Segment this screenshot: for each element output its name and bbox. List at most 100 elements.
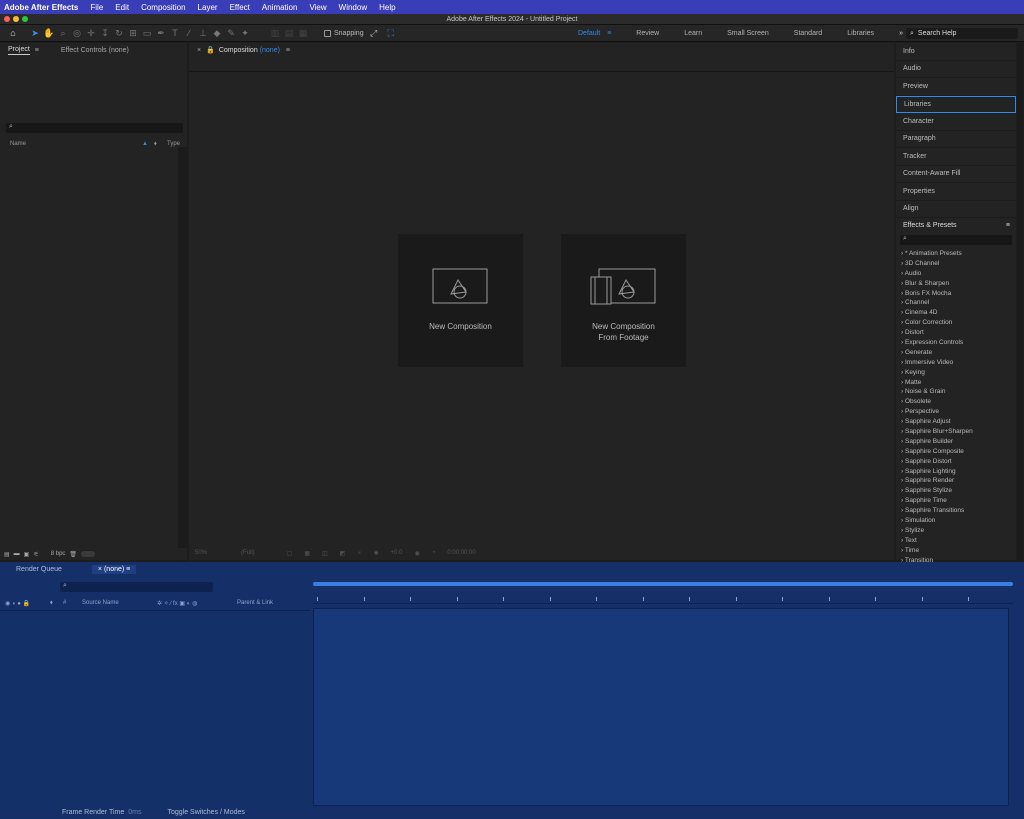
channel-icon[interactable]: ◩	[340, 550, 346, 557]
new-composition-icon[interactable]: ▣	[24, 551, 30, 558]
label-tag-icon[interactable]: ⬧	[154, 141, 157, 148]
brush-tool-icon[interactable]: ⁄	[182, 27, 196, 40]
composition-tab[interactable]: Composition (none)	[219, 47, 280, 54]
snapping-toggle[interactable]: Snapping ⤢ ⛶	[324, 27, 398, 40]
dolly-tool-icon[interactable]: ↧	[98, 27, 112, 40]
home-icon[interactable]: ⌂	[6, 27, 20, 40]
effects-search-input[interactable]: ⌕	[900, 235, 1012, 245]
effects-category-item[interactable]: › Expression Controls	[896, 338, 1016, 348]
effects-category-item[interactable]: › Sapphire Lighting	[896, 467, 1016, 477]
effects-category-item[interactable]: › 3D Channel	[896, 259, 1016, 269]
panel-audio[interactable]: Audio	[896, 61, 1016, 78]
roto-brush-icon[interactable]: ✎	[224, 27, 238, 40]
toggle-icon[interactable]	[81, 551, 96, 557]
effects-category-item[interactable]: › Sapphire Stylize	[896, 486, 1016, 496]
close-tab-icon[interactable]: ×	[197, 47, 201, 54]
time-ruler[interactable]	[313, 588, 1013, 604]
selection-tool-icon[interactable]: ➤	[28, 27, 42, 40]
effects-category-item[interactable]: › Immersive Video	[896, 358, 1016, 368]
effects-category-item[interactable]: › Generate	[896, 348, 1016, 358]
av-switches-icons[interactable]: ◉ ◖ ● 🔒	[5, 600, 30, 607]
timeline-track-area[interactable]	[313, 608, 1009, 806]
tab-timeline-none[interactable]: × (none) ≡	[91, 565, 137, 574]
column-parent-link[interactable]: Parent & Link	[237, 600, 273, 606]
zoom-window-button[interactable]	[22, 16, 28, 22]
menu-file[interactable]: File	[90, 3, 103, 12]
align-icon-2[interactable]: ▤	[282, 27, 296, 40]
layer-list[interactable]	[0, 610, 310, 806]
menu-edit[interactable]: Edit	[115, 3, 129, 12]
menu-help[interactable]: Help	[379, 3, 395, 12]
panel-tracker[interactable]: Tracker	[896, 148, 1016, 166]
workspace-overflow-icon[interactable]: »	[899, 30, 903, 37]
mask-icon[interactable]: ◫	[322, 550, 328, 557]
region-icon[interactable]: ▢	[287, 550, 293, 557]
effects-category-item[interactable]: › Keying	[896, 368, 1016, 378]
project-scrollbar[interactable]	[178, 147, 187, 590]
effects-category-item[interactable]: › Text	[896, 536, 1016, 546]
effects-category-item[interactable]: › Cinema 4D	[896, 308, 1016, 318]
zoom-tool-icon[interactable]: ⌕	[56, 27, 70, 40]
workspace-menu-icon[interactable]: ≡	[607, 30, 611, 37]
pan-tool-icon[interactable]: ✛	[84, 27, 98, 40]
tab-project[interactable]: Project	[8, 46, 30, 55]
sort-arrow-icon[interactable]: ▲	[142, 141, 148, 147]
new-composition-button[interactable]: New Composition	[398, 234, 523, 367]
tab-render-queue[interactable]: Render Queue	[16, 566, 62, 573]
lock-icon[interactable]: 🔒	[206, 46, 215, 54]
composition-viewer[interactable]: New Composition New Composition From Foo…	[189, 71, 894, 545]
rotate-tool-icon[interactable]: ↻	[112, 27, 126, 40]
align-icon-1[interactable]: ▥	[268, 27, 282, 40]
effects-menu-icon[interactable]: ≡	[1006, 222, 1010, 229]
effects-category-item[interactable]: › Color Correction	[896, 318, 1016, 328]
workspace-review[interactable]: Review	[636, 30, 659, 37]
menu-layer[interactable]: Layer	[198, 3, 218, 12]
tab-effect-controls[interactable]: Effect Controls (none)	[61, 47, 129, 54]
snap-edge-icon[interactable]: ⤢	[367, 27, 381, 40]
menu-view[interactable]: View	[309, 3, 326, 12]
effects-presets-title[interactable]: Effects & Presets	[903, 222, 957, 229]
label-column-icon[interactable]: ⬧	[50, 600, 53, 607]
timecode[interactable]: 0:00:00:00	[447, 550, 475, 556]
trash-icon[interactable]: 🗑	[69, 551, 77, 558]
zoom-dropdown[interactable]: 50%	[195, 550, 207, 556]
column-source-name[interactable]: Source Name	[82, 600, 119, 606]
menu-composition[interactable]: Composition	[141, 3, 185, 12]
effects-category-item[interactable]: › * Animation Presets	[896, 249, 1016, 259]
interpret-footage-icon[interactable]: ▤	[4, 551, 10, 558]
workspace-small-screen[interactable]: Small Screen	[727, 30, 769, 37]
transparency-grid-icon[interactable]: ▦	[304, 550, 310, 557]
effects-category-item[interactable]: › Sapphire Builder	[896, 437, 1016, 447]
panel-align[interactable]: Align	[896, 201, 1016, 218]
resolution-dropdown[interactable]: (Full)	[241, 550, 255, 556]
panel-info[interactable]: Info	[896, 43, 1016, 61]
menu-effect[interactable]: Effect	[230, 3, 250, 12]
workspace-libraries[interactable]: Libraries	[847, 30, 874, 37]
layer-switches-icons[interactable]: ✲ ✧ ⁄ fx ▣ ◐ ◍	[157, 600, 197, 607]
pen-tool-icon[interactable]: ✒	[154, 27, 168, 40]
panel-preview[interactable]: Preview	[896, 78, 1016, 96]
effects-category-item[interactable]: › Sapphire Composite	[896, 447, 1016, 457]
fast-preview-icon[interactable]: ⚡	[357, 550, 361, 557]
minimize-window-button[interactable]	[13, 16, 19, 22]
effects-category-item[interactable]: › Channel	[896, 298, 1016, 308]
orbit-tool-icon[interactable]: ◎	[70, 27, 84, 40]
panel-properties[interactable]: Properties	[896, 183, 1016, 201]
menu-animation[interactable]: Animation	[262, 3, 298, 12]
snapshot-icon[interactable]: ◉	[414, 550, 419, 557]
project-search-input[interactable]: ⌕	[6, 123, 183, 133]
work-area-bar[interactable]	[313, 582, 1013, 586]
effects-category-item[interactable]: › Obsolete	[896, 397, 1016, 407]
workspace-default[interactable]: Default	[578, 30, 600, 37]
exposure-icon[interactable]: ✺	[374, 550, 379, 557]
clone-tool-icon[interactable]: ⊥	[196, 27, 210, 40]
new-composition-from-footage-button[interactable]: New Composition From Footage	[561, 234, 686, 367]
panel-libraries[interactable]: Libraries	[896, 95, 1016, 113]
timeline-search-input[interactable]: ⌕	[60, 582, 213, 592]
effects-category-item[interactable]: › Blur & Sharpen	[896, 279, 1016, 289]
workspace-learn[interactable]: Learn	[684, 30, 702, 37]
effects-category-item[interactable]: › Sapphire Distort	[896, 457, 1016, 467]
effects-category-item[interactable]: › Audio	[896, 269, 1016, 279]
effects-category-item[interactable]: › Perspective	[896, 407, 1016, 417]
effects-category-item[interactable]: › Matte	[896, 378, 1016, 388]
